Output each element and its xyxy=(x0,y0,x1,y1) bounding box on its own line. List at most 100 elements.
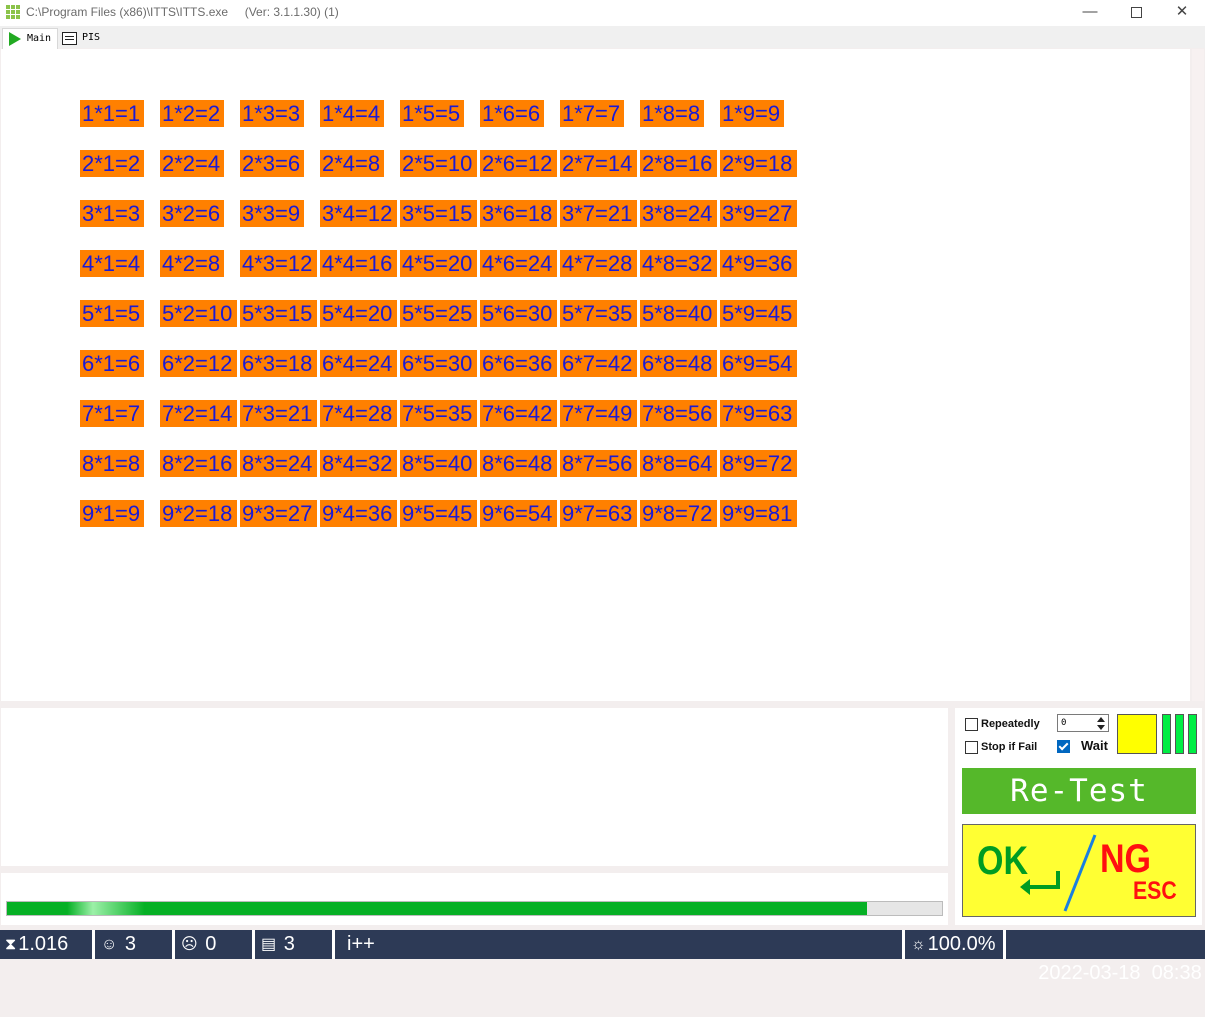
table-cell: 5*5=25 xyxy=(400,300,477,327)
table-cell: 2*7=14 xyxy=(560,150,637,177)
close-button[interactable]: ✕ xyxy=(1159,0,1205,26)
table-cell: 3*1=3 xyxy=(80,200,144,227)
table-cell: 1*7=7 xyxy=(560,100,624,127)
table-cell: 7*3=21 xyxy=(240,400,317,427)
scrollbar-track[interactable] xyxy=(1192,49,1204,701)
pass-count: 3 xyxy=(124,933,137,955)
table-cell: 2*3=6 xyxy=(240,150,304,177)
table-cell: 1*2=2 xyxy=(160,100,224,127)
table-cell: 6*2=12 xyxy=(160,350,237,377)
table-cell: 9*4=36 xyxy=(320,500,397,527)
table-cell: 4*3=12 xyxy=(240,250,317,277)
divider-slash-icon xyxy=(1063,834,1097,912)
repeatedly-label: Repeatedly xyxy=(981,718,1040,730)
table-cell: 2*2=4 xyxy=(160,150,224,177)
list-icon xyxy=(62,32,77,45)
minimize-icon: — xyxy=(1082,3,1098,20)
table-cell: 7*5=35 xyxy=(400,400,477,427)
table-cell: 3*4=12 xyxy=(320,200,397,227)
stop-if-fail-label: Stop if Fail xyxy=(981,741,1038,753)
level-indicator-1 xyxy=(1162,714,1171,754)
table-cell: 5*2=10 xyxy=(160,300,237,327)
table-cell: 7*4=28 xyxy=(320,400,397,427)
tab-pis-label: PIS xyxy=(82,32,101,43)
title-bar: C:\Program Files (x86)\ITTS\ITTS.exe (Ve… xyxy=(0,0,1205,26)
table-cell: 9*7=63 xyxy=(560,500,637,527)
table-cell: 7*6=42 xyxy=(480,400,557,427)
table-cell: 9*6=54 xyxy=(480,500,557,527)
table-cell: 4*6=24 xyxy=(480,250,557,277)
control-panel: Repeatedly Stop if Fail 0 Wait Re-Test O… xyxy=(955,708,1202,925)
level-indicator-2 xyxy=(1175,714,1184,754)
tab-main[interactable]: Main xyxy=(2,28,58,49)
table-cell: 9*8=72 xyxy=(640,500,717,527)
table-cell: 1*8=8 xyxy=(640,100,704,127)
timer-value: 1.016 xyxy=(18,933,69,955)
progress-fill xyxy=(7,902,867,915)
level-indicator-3 xyxy=(1188,714,1197,754)
status-bar: ⧗ 1.016 ☺ 3 ☹ 0 ▤ 3 i++ ☼ 100.0% 2022-03-1… xyxy=(0,930,1205,984)
esc-label: ESC xyxy=(1133,877,1177,905)
table-cell: 3*9=27 xyxy=(720,200,797,227)
table-cell: 1*5=5 xyxy=(400,100,464,127)
table-cell: 5*1=5 xyxy=(80,300,144,327)
repeat-count-spinner[interactable]: 0 xyxy=(1057,714,1109,732)
enter-key-icon xyxy=(1020,871,1060,895)
table-cell: 4*7=28 xyxy=(560,250,637,277)
log-output[interactable] xyxy=(1,708,948,866)
table-cell: 6*7=42 xyxy=(560,350,637,377)
table-cell: 5*3=15 xyxy=(240,300,317,327)
table-cell: 1*6=6 xyxy=(480,100,544,127)
tab-pis[interactable]: PIS xyxy=(58,28,112,48)
tab-bar: Main PIS xyxy=(0,26,1205,49)
app-icon xyxy=(6,5,20,19)
table-cell: 2*8=16 xyxy=(640,150,717,177)
tab-main-label: Main xyxy=(27,33,52,44)
minimize-button[interactable]: — xyxy=(1067,0,1113,26)
frown-icon: ☹ xyxy=(181,936,198,953)
table-cell: 9*3=27 xyxy=(240,500,317,527)
spin-down-icon[interactable] xyxy=(1097,725,1105,730)
table-cell: 8*1=8 xyxy=(80,450,144,477)
table-cell: 4*8=32 xyxy=(640,250,717,277)
hourglass-icon: ⧗ xyxy=(5,936,17,953)
table-cell: 4*5=20 xyxy=(400,250,477,277)
maximize-icon xyxy=(1130,6,1142,18)
table-cell: 3*6=18 xyxy=(480,200,557,227)
table-cell: 7*9=63 xyxy=(720,400,797,427)
total-count: 3 xyxy=(283,933,295,955)
pass-panel: ☺ 3 xyxy=(95,930,172,959)
status-indicator xyxy=(1117,714,1157,754)
smile-icon: ☺ xyxy=(101,936,118,953)
retest-button[interactable]: Re-Test xyxy=(962,768,1196,814)
main-panel: 1*1=1 1*2=2 1*3=3 1*4=4 1*5=5 1*6=6 1*7=7 1*8=8… xyxy=(1,49,1190,701)
wait-checkbox[interactable] xyxy=(1057,740,1070,753)
table-cell: 4*4=16 xyxy=(320,250,397,277)
maximize-button[interactable] xyxy=(1113,0,1159,26)
document-icon: ▤ xyxy=(261,936,277,953)
table-cell: 4*9=36 xyxy=(720,250,797,277)
table-cell: 1*1=1 xyxy=(80,100,144,127)
datetime-value: 2022-03-18 08:38 xyxy=(1038,962,1202,984)
table-cell: 9*5=45 xyxy=(400,500,477,527)
table-cell: 9*2=18 xyxy=(160,500,237,527)
percent-panel: ☼ 100.0% xyxy=(905,930,1003,959)
table-cell: 5*9=45 xyxy=(720,300,797,327)
repeatedly-checkbox[interactable] xyxy=(965,718,978,731)
spinner-value: 0 xyxy=(1061,718,1067,728)
mode-panel: i++ xyxy=(335,930,902,959)
ok-ng-button[interactable]: OK NG ESC xyxy=(962,824,1196,917)
total-panel: ▤ 3 xyxy=(255,930,332,959)
table-cell: 1*4=4 xyxy=(320,100,384,127)
table-cell: 8*8=64 xyxy=(640,450,717,477)
stop-if-fail-checkbox[interactable] xyxy=(965,741,978,754)
spin-up-icon[interactable] xyxy=(1097,717,1105,722)
table-cell: 7*1=7 xyxy=(80,400,144,427)
table-cell: 3*5=15 xyxy=(400,200,477,227)
table-cell: 2*9=18 xyxy=(720,150,797,177)
table-cell: 4*1=4 xyxy=(80,250,144,277)
table-cell: 6*9=54 xyxy=(720,350,797,377)
table-cell: 2*4=8 xyxy=(320,150,384,177)
table-cell: 2*5=10 xyxy=(400,150,477,177)
datetime-panel: 2022-03-18 08:38 xyxy=(1006,930,1205,984)
